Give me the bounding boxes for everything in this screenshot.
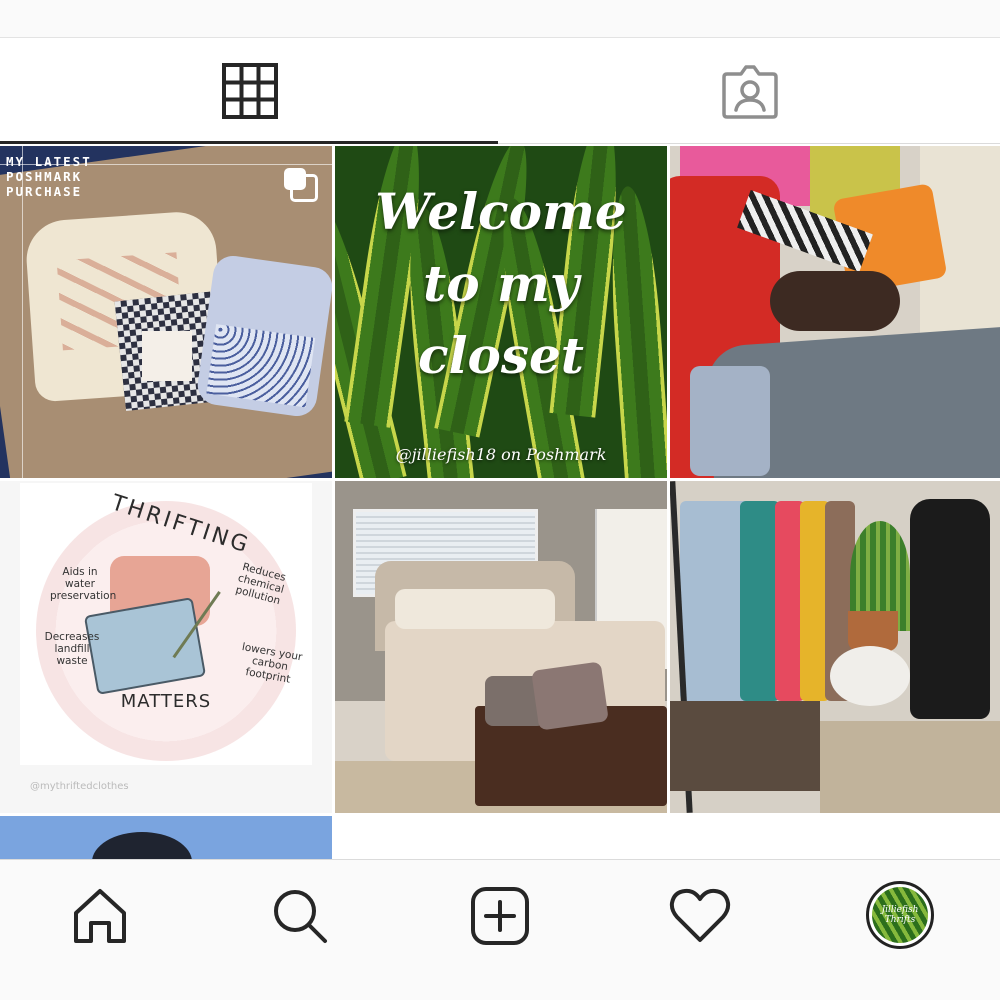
post-tile[interactable]: THRIFTING Aids in water preservation Red…	[0, 481, 332, 813]
floral-top-image	[195, 253, 332, 419]
post-tile[interactable]	[670, 481, 1000, 813]
post-tile[interactable]: MY LATEST POSHMARK PURCHASE	[0, 146, 332, 478]
fur-stool	[830, 646, 910, 706]
new-post-button[interactable]	[468, 884, 532, 948]
bottom-nav: Jilliefish Thrifts	[0, 859, 1000, 1000]
post-tile[interactable]	[335, 481, 667, 813]
post-tile[interactable]	[670, 146, 1000, 478]
heart-icon	[669, 886, 731, 946]
post-caption: MY LATEST POSHMARK PURCHASE	[6, 154, 92, 199]
add-post-icon	[470, 886, 530, 946]
lining-image	[690, 366, 770, 476]
teal-cardigan-image	[740, 501, 780, 701]
top-bar	[0, 0, 1000, 38]
carpet-floor	[820, 721, 1000, 813]
post-tile[interactable]	[0, 816, 332, 859]
person-head-image	[92, 832, 192, 859]
bed-pillows	[395, 589, 555, 629]
profile-screen: MY LATEST POSHMARK PURCHASE Welcome to m…	[0, 0, 1000, 1000]
black-dress-image	[910, 499, 990, 719]
search-icon	[270, 886, 330, 946]
tagged-user-icon	[721, 62, 779, 120]
profile-avatar[interactable]: Jilliefish Thrifts	[866, 881, 934, 949]
infographic-footer: MATTERS	[120, 691, 212, 712]
home-button[interactable]	[68, 884, 132, 948]
profile-tabs	[0, 38, 1000, 144]
shoe-shelf	[670, 701, 820, 791]
grid-icon	[222, 63, 278, 119]
tree-card-image	[142, 331, 192, 381]
posts-grid: MY LATEST POSHMARK PURCHASE Welcome to m…	[0, 146, 1000, 859]
search-button[interactable]	[268, 884, 332, 948]
tab-tagged[interactable]	[500, 38, 1000, 144]
infographic-note: Aids in water preservation	[50, 566, 117, 602]
post-tile[interactable]: Welcome to my closet @jilliefish18 on Po…	[335, 146, 667, 478]
poshmark-handle: @jilliefish18 on Poshmark	[395, 445, 607, 464]
home-icon	[70, 886, 130, 946]
throw-pillow	[531, 661, 609, 731]
sandal-image	[770, 271, 900, 331]
multiple-photos-icon	[284, 168, 318, 202]
plant-pot	[848, 611, 898, 651]
watermark: @mythriftedclothes	[30, 781, 129, 792]
infographic-note: Decreases landfill waste	[44, 631, 100, 667]
tab-posts-grid[interactable]	[0, 38, 500, 144]
active-tab-indicator	[0, 141, 498, 144]
welcome-script-text: Welcome to my closet	[375, 182, 627, 385]
activity-button[interactable]	[668, 884, 732, 948]
avatar-image-text: Jilliefish Thrifts	[872, 887, 928, 943]
